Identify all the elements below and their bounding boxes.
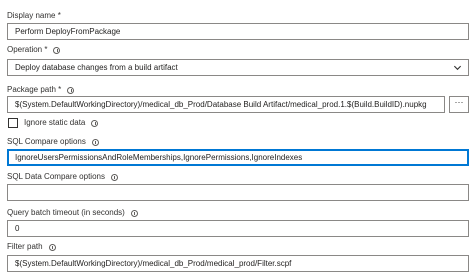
browse-button[interactable]: ··· (449, 96, 469, 113)
sql-data-compare-options-label: SQL Data Compare options (7, 172, 118, 182)
ignore-static-data-label: Ignore static data (24, 118, 99, 128)
query-batch-timeout-label: Query batch timeout (in seconds) (7, 208, 138, 218)
info-icon[interactable] (130, 209, 138, 217)
info-icon[interactable] (91, 119, 99, 127)
filter-path-label: Filter path (7, 242, 56, 252)
info-icon[interactable] (67, 86, 75, 94)
sql-compare-options-input[interactable]: IgnoreUsersPermissionsAndRoleMemberships… (7, 149, 469, 166)
operation-dropdown[interactable]: Deploy database changes from a build art… (7, 59, 469, 76)
info-icon[interactable] (53, 46, 61, 54)
info-icon[interactable] (48, 243, 56, 251)
info-icon[interactable] (91, 138, 99, 146)
package-path-label: Package path * (7, 85, 75, 95)
query-batch-timeout-input[interactable]: 0 (7, 220, 469, 237)
sql-data-compare-options-input[interactable] (7, 184, 469, 201)
chevron-down-icon (453, 65, 462, 71)
package-path-input[interactable]: $(System.DefaultWorkingDirectory)/medica… (7, 96, 445, 113)
filter-path-input[interactable]: $(System.DefaultWorkingDirectory)/medica… (7, 255, 469, 272)
sql-compare-options-label: SQL Compare options (7, 137, 99, 147)
display-name-label: Display name * (7, 11, 61, 20)
display-name-input[interactable]: Perform DeployFromPackage (7, 23, 469, 40)
ignore-static-data-checkbox[interactable] (8, 118, 18, 128)
operation-label: Operation * (7, 45, 61, 55)
info-icon[interactable] (110, 173, 118, 181)
more-icon: ··· (454, 97, 464, 107)
